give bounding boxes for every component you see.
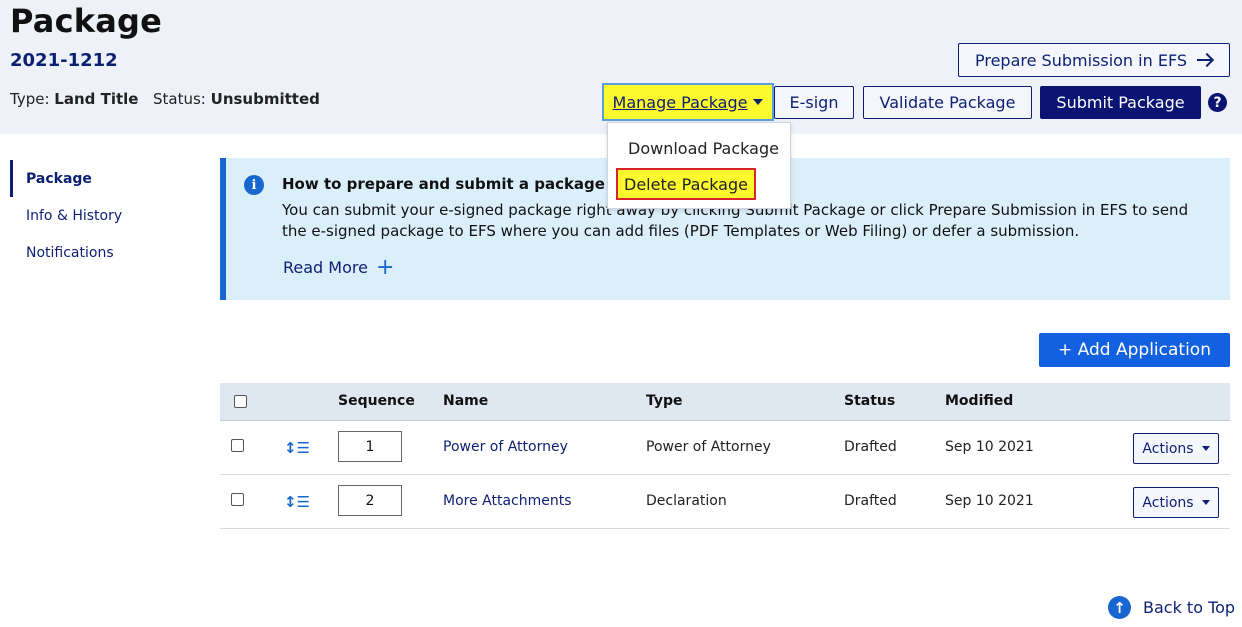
sequence-input[interactable]: 2 <box>338 485 402 516</box>
validate-package-button[interactable]: Validate Package <box>863 86 1032 119</box>
status-value: Unsubmitted <box>210 90 320 108</box>
prepare-submission-label: Prepare Submission in EFS <box>974 50 1188 70</box>
package-type: Type: Land Title <box>10 90 138 108</box>
select-all-checkbox[interactable] <box>234 395 247 408</box>
plus-icon: + <box>375 254 395 280</box>
page-title: Package <box>10 2 163 40</box>
manage-package-button[interactable]: Manage Package <box>602 83 774 121</box>
application-type: Power of Attorney <box>646 439 771 455</box>
package-status: Status: Unsubmitted <box>153 90 320 108</box>
side-navigation: Package Info & History Notifications <box>10 160 190 271</box>
caret-down-icon <box>753 99 764 105</box>
application-status: Drafted <box>844 493 897 509</box>
arrow-right-icon <box>1197 54 1213 66</box>
row-checkbox[interactable] <box>231 493 244 506</box>
manage-package-label: Manage Package <box>612 92 748 112</box>
applications-table: Sequence Name Type Status Modified ↕☰ 1 … <box>220 383 1230 529</box>
application-modified: Sep 10 2021 <box>945 493 1034 509</box>
package-number: 2021-1212 <box>10 50 118 71</box>
type-label: Type: <box>10 90 50 108</box>
column-header-status: Status <box>844 393 896 409</box>
table-row: ↕☰ 1 Power of Attorney Power of Attorney… <box>220 421 1230 475</box>
application-name-link[interactable]: More Attachments <box>443 493 572 509</box>
back-to-top-label: Back to Top <box>1143 598 1236 617</box>
back-to-top-link[interactable]: ↑ Back to Top <box>1108 596 1235 619</box>
column-header-modified: Modified <box>945 393 1014 409</box>
actions-button[interactable]: Actions <box>1133 487 1219 518</box>
application-type: Declaration <box>646 493 727 509</box>
column-header-sequence: Sequence <box>338 393 415 409</box>
help-icon[interactable]: ? <box>1208 93 1227 112</box>
sidebar-item-package[interactable]: Package <box>10 160 190 197</box>
sidebar-item-info-history[interactable]: Info & History <box>10 197 190 234</box>
submit-package-button[interactable]: Submit Package <box>1040 86 1201 119</box>
read-more-label: Read More <box>283 258 368 277</box>
delete-package-menu-item[interactable]: Delete Package <box>616 168 756 200</box>
application-modified: Sep 10 2021 <box>945 439 1034 455</box>
application-status: Drafted <box>844 439 897 455</box>
table-header: Sequence Name Type Status Modified <box>220 383 1230 421</box>
row-checkbox[interactable] <box>231 439 244 452</box>
info-title: How to prepare and submit a package <box>282 175 605 193</box>
caret-down-icon <box>1201 500 1210 505</box>
caret-down-icon <box>1201 446 1210 451</box>
info-icon: i <box>244 175 264 195</box>
arrow-up-icon: ↑ <box>1108 596 1131 619</box>
reorder-icon[interactable]: ↕☰ <box>284 439 310 457</box>
actions-label: Actions <box>1142 440 1194 457</box>
reorder-icon[interactable]: ↕☰ <box>284 493 310 511</box>
prepare-submission-button[interactable]: Prepare Submission in EFS <box>958 43 1230 77</box>
sidebar-item-notifications[interactable]: Notifications <box>10 234 190 271</box>
column-header-type: Type <box>646 393 683 409</box>
column-header-name: Name <box>443 393 489 409</box>
manage-package-menu: Download Package Delete Package <box>607 122 791 209</box>
package-header: Package 2021-1212 Type: Land Title Statu… <box>0 0 1242 134</box>
actions-label: Actions <box>1142 494 1194 511</box>
type-value: Land Title <box>54 90 139 108</box>
download-package-menu-item[interactable]: Download Package <box>628 139 779 158</box>
sequence-input[interactable]: 1 <box>338 431 402 462</box>
status-label: Status: <box>153 90 206 108</box>
table-row: ↕☰ 2 More Attachments Declaration Drafte… <box>220 475 1230 529</box>
actions-button[interactable]: Actions <box>1133 433 1219 464</box>
esign-button[interactable]: E-sign <box>774 86 854 119</box>
add-application-button[interactable]: + Add Application <box>1039 333 1230 367</box>
read-more-link[interactable]: Read More + <box>283 254 395 280</box>
application-name-link[interactable]: Power of Attorney <box>443 439 568 455</box>
